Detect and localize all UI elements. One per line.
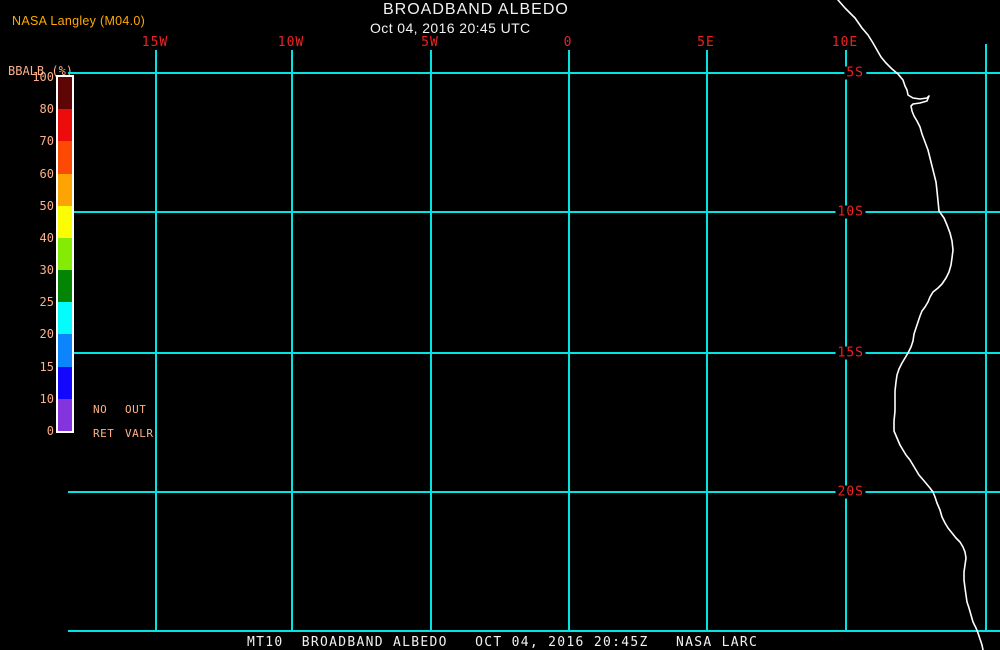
- latitude-label: 5S: [844, 65, 866, 81]
- longitude-label: 15W: [141, 35, 169, 50]
- coastline-map: [837, 0, 984, 650]
- longitude-label: 10W: [277, 35, 305, 50]
- latitude-label: 15S: [835, 345, 866, 361]
- longitude-label: 5E: [697, 35, 715, 50]
- latitude-label: 10S: [835, 204, 866, 220]
- longitude-label: 0: [563, 35, 573, 50]
- longitude-label: 5W: [421, 35, 439, 50]
- satellite-product-screen: NASA Langley (M04.0) BROADBAND ALBEDO Oc…: [0, 0, 1000, 650]
- longitude-label: 10E: [831, 35, 859, 50]
- latitude-label: 20S: [835, 484, 866, 500]
- africa-west-coastline: [837, 0, 984, 650]
